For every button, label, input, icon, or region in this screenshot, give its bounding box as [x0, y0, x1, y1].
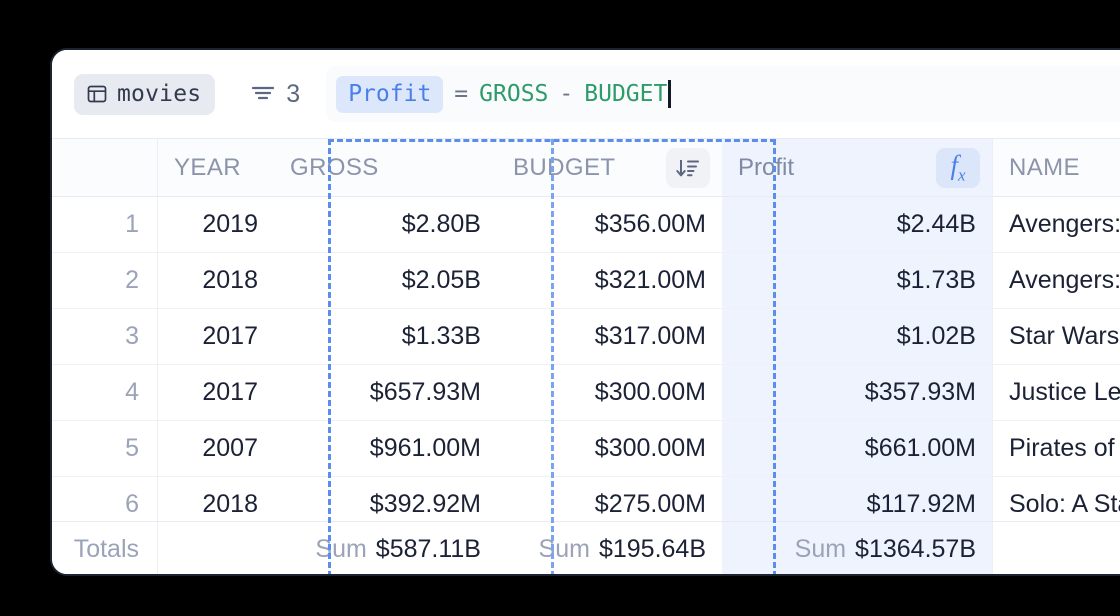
table-grid-icon: [86, 83, 108, 105]
totals-profit[interactable]: Sum $1364.57B: [722, 522, 992, 574]
column-header-gross[interactable]: GROSS: [274, 139, 497, 196]
cell-profit[interactable]: $2.44B: [722, 197, 992, 252]
cell-year[interactable]: 2017: [157, 309, 274, 364]
cell-name[interactable]: Justice Le: [992, 365, 1120, 420]
formula-right-reference[interactable]: BUDGET: [584, 81, 667, 107]
cell-name[interactable]: Star Wars: [992, 309, 1120, 364]
column-header-profit[interactable]: Profit fx: [722, 139, 992, 196]
cell-name[interactable]: Pirates of: [992, 421, 1120, 476]
formula-bar[interactable]: Profit = GROSS - BUDGET: [326, 66, 1120, 122]
totals-profit-value: $1364.57B: [855, 535, 976, 563]
cell-gross[interactable]: $2.80B: [274, 197, 497, 252]
cell-row-number[interactable]: 3: [52, 309, 157, 364]
formula-left-reference[interactable]: GROSS: [479, 81, 548, 107]
cell-gross[interactable]: $961.00M: [274, 421, 497, 476]
totals-budget-value: $195.64B: [598, 535, 706, 563]
cell-year[interactable]: 2007: [157, 421, 274, 476]
cell-profit[interactable]: $357.93M: [722, 365, 992, 420]
table-selector-chip[interactable]: movies: [74, 73, 216, 115]
cell-gross[interactable]: $1.33B: [274, 309, 497, 364]
cell-year[interactable]: 2019: [157, 197, 274, 252]
grid-header-row: YEAR GROSS BUDGET Profit fx NAME: [52, 139, 1120, 197]
sort-descending-icon[interactable]: [666, 147, 710, 188]
column-selection-divider: [551, 139, 554, 574]
cell-profit[interactable]: $661.00M: [722, 421, 992, 476]
cell-row-number[interactable]: 2: [52, 253, 157, 308]
text-cursor: [668, 80, 672, 108]
cell-budget[interactable]: $321.00M: [497, 253, 722, 308]
totals-row: Totals Sum $587.11B Sum $195.64B Sum $13…: [52, 521, 1120, 574]
spreadsheet-card: movies 3 Profit = GROSS - BUDGET YEAR GR…: [50, 48, 1120, 576]
cell-year[interactable]: 2017: [157, 365, 274, 420]
cell-row-number[interactable]: 5: [52, 421, 157, 476]
column-header-profit-label: Profit: [738, 153, 795, 181]
cell-row-number[interactable]: 4: [52, 365, 157, 420]
table-row[interactable]: 3 2017 $1.33B $317.00M $1.02B Star Wars: [52, 309, 1120, 365]
column-header-year[interactable]: YEAR: [157, 139, 274, 196]
table-row[interactable]: 1 2019 $2.80B $356.00M $2.44B Avengers:: [52, 197, 1120, 253]
filter-icon: [249, 81, 277, 108]
table-row[interactable]: 4 2017 $657.93M $300.00M $357.93M Justice Le: [52, 365, 1120, 421]
cell-gross[interactable]: $2.05B: [274, 253, 497, 308]
cell-budget[interactable]: $317.00M: [497, 309, 722, 364]
totals-profit-aggregate: Sum: [794, 535, 847, 563]
cell-budget[interactable]: $300.00M: [497, 365, 722, 420]
formula-operator: -: [559, 81, 574, 107]
cell-name[interactable]: Avengers:: [992, 197, 1120, 252]
fx-glyph: fx: [950, 149, 966, 185]
totals-gross-aggregate: Sum: [315, 535, 367, 563]
filter-control[interactable]: 3: [249, 80, 300, 109]
filter-count-label: 3: [286, 79, 301, 108]
formula-equals-sign: =: [454, 81, 469, 107]
cell-name[interactable]: Avengers:: [992, 253, 1120, 308]
totals-gross-value: $587.11B: [375, 535, 481, 563]
totals-label: Totals: [73, 535, 139, 563]
cell-gross[interactable]: $657.93M: [274, 365, 497, 420]
column-header-budget-label: BUDGET: [513, 153, 616, 181]
table-row[interactable]: 2 2018 $2.05B $321.00M $1.73B Avengers:: [52, 253, 1120, 309]
cell-budget[interactable]: $356.00M: [497, 197, 722, 252]
totals-year: [157, 522, 274, 574]
grid-body: 1 2019 $2.80B $356.00M $2.44B Avengers: 2 2018 $…: [52, 197, 1120, 533]
cell-year[interactable]: 2018: [157, 253, 274, 308]
table-name-label: movies: [117, 80, 202, 107]
cell-row-number[interactable]: 1: [52, 197, 157, 252]
totals-gross[interactable]: Sum $587.11B: [274, 522, 497, 574]
totals-budget[interactable]: Sum $195.64B: [497, 522, 722, 574]
totals-budget-aggregate: Sum: [538, 535, 590, 563]
screen-root: movies 3 Profit = GROSS - BUDGET YEAR GR…: [0, 0, 1120, 616]
toolbar: movies 3 Profit = GROSS - BUDGET: [52, 50, 1120, 138]
column-header-name[interactable]: NAME: [992, 139, 1120, 196]
table-row[interactable]: 5 2007 $961.00M $300.00M $661.00M Pirates of: [52, 421, 1120, 477]
data-grid: YEAR GROSS BUDGET Profit fx NAME 1 2019 …: [52, 138, 1120, 574]
totals-name: [992, 522, 1120, 574]
cell-profit[interactable]: $1.73B: [722, 253, 992, 308]
row-number-header: [52, 139, 157, 196]
cell-profit[interactable]: $1.02B: [722, 309, 992, 364]
cell-budget[interactable]: $300.00M: [497, 421, 722, 476]
formula-field-name[interactable]: Profit: [336, 75, 444, 113]
column-header-budget[interactable]: BUDGET: [497, 139, 722, 196]
fx-formula-icon[interactable]: fx: [936, 147, 980, 188]
